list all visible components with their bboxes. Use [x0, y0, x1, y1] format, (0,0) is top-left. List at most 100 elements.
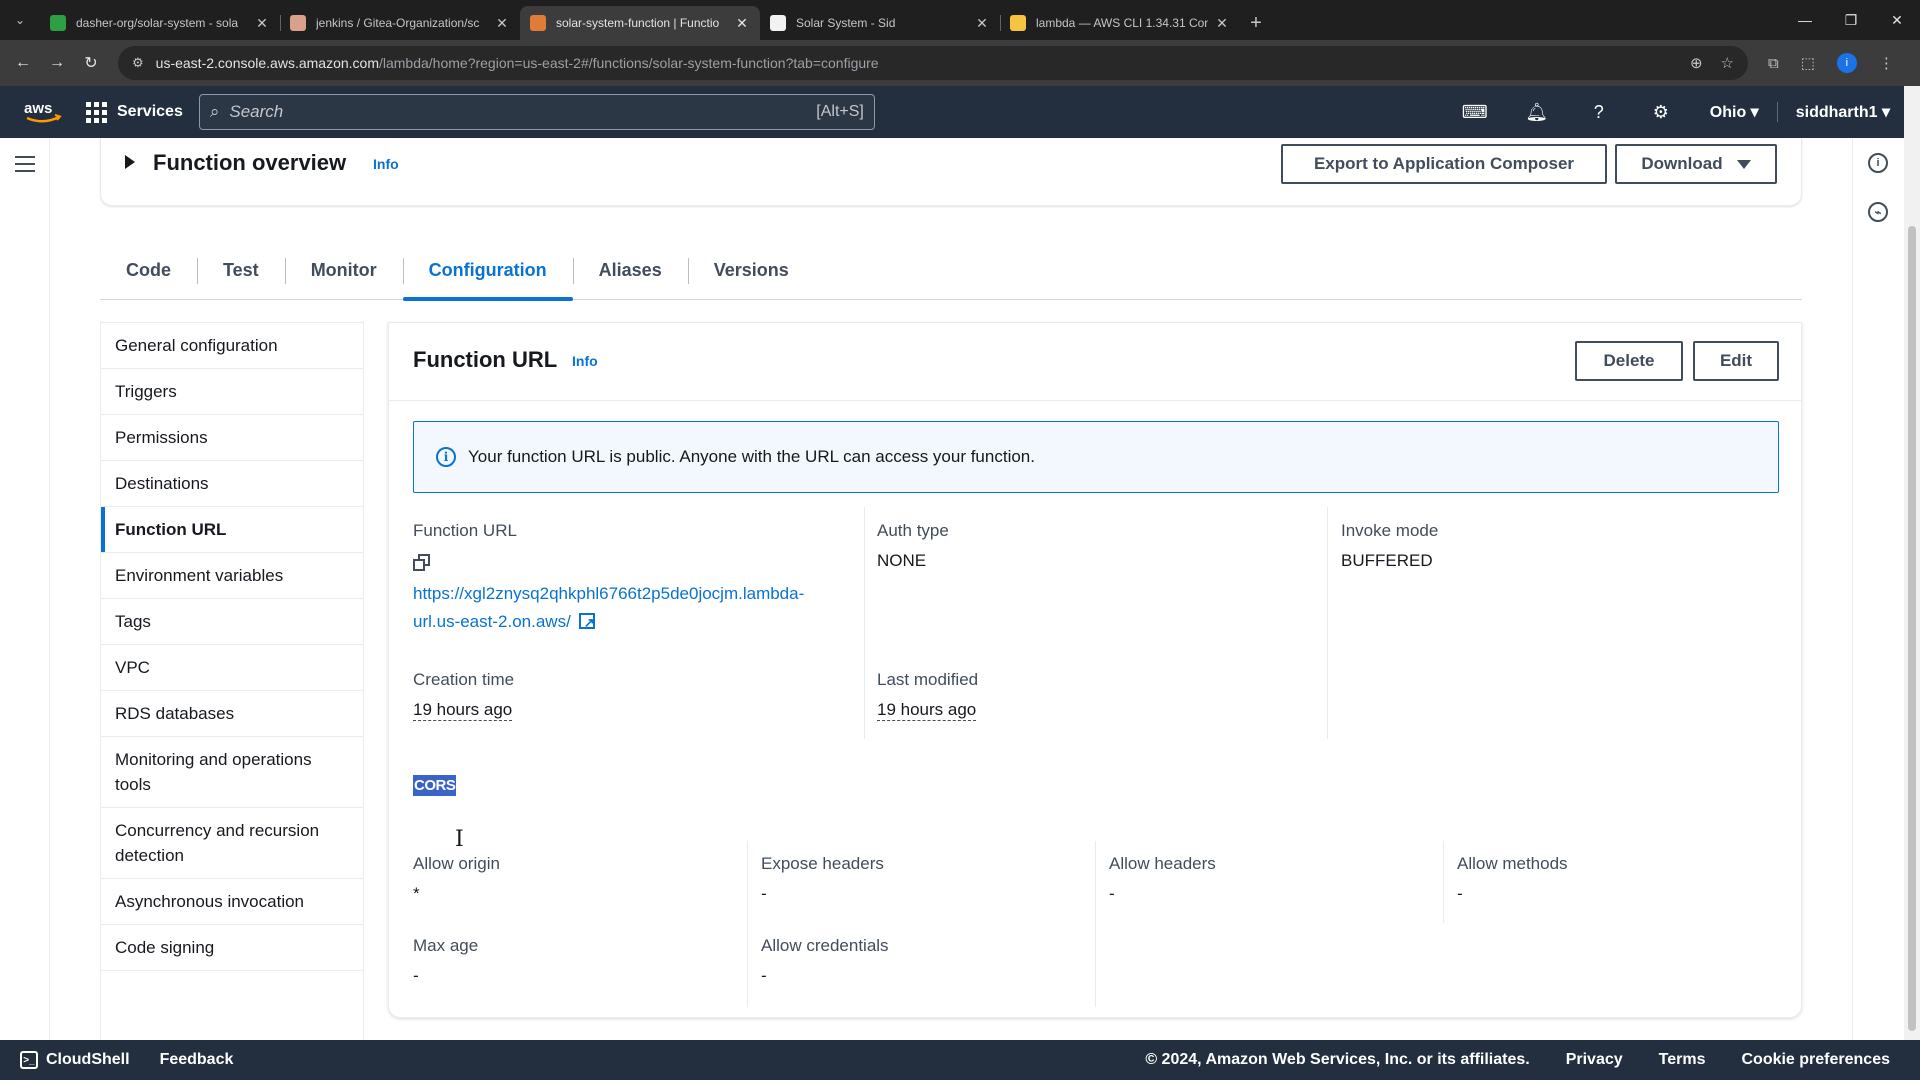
region-label: Ohio	[1709, 104, 1747, 121]
last-modified-value[interactable]: 19 hours ago	[877, 700, 977, 721]
function-url-link[interactable]: https://xgl2znysq2qhkphl6766t2p5de0jocjm…	[413, 580, 843, 637]
last-modified-label: Last modified	[877, 670, 979, 689]
close-icon[interactable]: ✕	[734, 15, 750, 32]
sidenav-item-rds[interactable]: RDS databases	[101, 691, 363, 737]
browser-tab[interactable]: Solar System - Sid ✕	[760, 6, 1000, 40]
info-panel-icon[interactable]: i	[1868, 153, 1888, 173]
close-window-icon[interactable]: ✕	[1874, 12, 1920, 29]
allow-headers-field: Allow headers -	[1109, 853, 1216, 905]
copy-icon[interactable]	[413, 554, 431, 572]
sidenav-item-code-signing[interactable]: Code signing	[101, 925, 363, 971]
function-url-text: https://xgl2znysq2qhkphl6766t2p5de0jocjm…	[413, 584, 805, 631]
browser-tabstrip: ⌄ dasher-org/solar-system - sola ✕ jenki…	[0, 0, 1920, 40]
invoke-mode-value: BUFFERED	[1341, 551, 1433, 570]
sidenav-item-permissions[interactable]: Permissions	[101, 415, 363, 461]
tab-search-icon[interactable]: ⌄	[0, 0, 40, 40]
sidenav-item-async[interactable]: Asynchronous invocation	[101, 879, 363, 925]
overview-info-link[interactable]: Info	[373, 156, 399, 172]
forward-icon[interactable]: →	[42, 48, 72, 78]
external-link-icon	[578, 609, 595, 637]
close-icon[interactable]: ✕	[1214, 15, 1230, 32]
search-input[interactable]: ⌕ Search [Alt+S]	[198, 94, 875, 130]
window-controls: — ❐ ✕	[1782, 0, 1920, 40]
help-icon[interactable]: ?	[1568, 102, 1630, 123]
address-bar[interactable]: ⚙ us-east-2.console.aws.amazon.com /lamb…	[118, 46, 1748, 80]
privacy-link[interactable]: Privacy	[1566, 1051, 1623, 1069]
region-selector[interactable]: Ohio ▾	[1692, 102, 1777, 122]
browser-tab[interactable]: jenkins / Gitea-Organization/sc ✕	[280, 6, 520, 40]
settings-gear-icon[interactable]: ⚙	[1630, 102, 1692, 123]
tab-code[interactable]: Code	[100, 240, 197, 300]
close-icon[interactable]: ✕	[254, 15, 270, 32]
invoke-mode-field: Invoke mode BUFFERED	[1341, 520, 1438, 572]
reload-icon[interactable]: ↻	[76, 48, 106, 78]
tab-monitor[interactable]: Monitor	[284, 240, 403, 300]
tab-favicon-icon	[530, 15, 546, 31]
sidenav-item-tags[interactable]: Tags	[101, 599, 363, 645]
sidenav-item-concurrency[interactable]: Concurrency and recursion detection	[101, 808, 363, 879]
tab-versions[interactable]: Versions	[687, 240, 815, 300]
panel-info-link[interactable]: Info	[572, 353, 598, 369]
hamburger-menu-icon[interactable]	[15, 156, 35, 177]
sidenav-item-monitoring-tools[interactable]: Monitoring and operations tools	[101, 737, 363, 808]
sidenav-item-function-url[interactable]: Function URL	[101, 507, 363, 553]
terms-link[interactable]: Terms	[1659, 1051, 1706, 1069]
profile-avatar[interactable]: i	[1836, 53, 1857, 73]
browser-tab[interactable]: dasher-org/solar-system - sola ✕	[40, 6, 280, 40]
allow-headers-label: Allow headers	[1109, 854, 1216, 873]
edit-button[interactable]: Edit	[1693, 341, 1779, 381]
page-scrollbar[interactable]	[1904, 86, 1920, 1040]
download-button[interactable]: Download	[1615, 144, 1777, 184]
browser-toolbar: ← → ↻ ⚙ us-east-2.console.aws.amazon.com…	[0, 40, 1920, 86]
account-menu[interactable]: siddharth1 ▾	[1778, 102, 1920, 122]
expand-caret-icon[interactable]	[125, 155, 135, 169]
browser-tab-active[interactable]: solar-system-function | Functio ✕	[520, 6, 760, 40]
tab-aliases[interactable]: Aliases	[572, 240, 688, 300]
cloudshell-button[interactable]: >_ CloudShell	[20, 1051, 130, 1069]
scrollbar-thumb[interactable]	[1908, 226, 1916, 1031]
delete-button[interactable]: Delete	[1575, 341, 1683, 381]
column-divider	[1327, 507, 1328, 739]
extension-icon[interactable]: ⧉	[1768, 55, 1779, 72]
tab-favicon-icon	[770, 15, 786, 31]
allow-credentials-label: Allow credentials	[761, 936, 889, 955]
right-rail: i ⌁	[1852, 138, 1902, 1040]
column-divider	[747, 841, 748, 1007]
restore-icon[interactable]: ❐	[1828, 12, 1874, 29]
cookie-preferences-link[interactable]: Cookie preferences	[1741, 1051, 1890, 1069]
sidenav-item-vpc[interactable]: VPC	[101, 645, 363, 691]
new-tab-icon[interactable]: +	[1240, 6, 1272, 40]
zoom-icon[interactable]: ⊕	[1690, 54, 1703, 72]
alert-text: Your function URL is public. Anyone with…	[468, 447, 1035, 466]
services-menu[interactable]: Services	[86, 101, 183, 123]
bookmark-star-icon[interactable]: ☆	[1721, 54, 1734, 72]
aws-logo[interactable]: aws	[0, 99, 86, 125]
tab-configuration[interactable]: Configuration	[402, 240, 573, 301]
sidenav-item-general[interactable]: General configuration	[101, 323, 363, 369]
sidenav-item-env-vars[interactable]: Environment variables	[101, 553, 363, 599]
column-divider	[1443, 841, 1444, 923]
menu-kebab-icon[interactable]: ⋮	[1879, 54, 1894, 72]
minimize-icon[interactable]: —	[1782, 12, 1828, 28]
cloudshell-icon[interactable]: ⌨	[1444, 102, 1506, 123]
export-composer-button[interactable]: Export to Application Composer	[1281, 144, 1607, 184]
close-icon[interactable]: ✕	[494, 15, 510, 32]
tab-test[interactable]: Test	[197, 240, 285, 300]
svg-text:aws: aws	[24, 100, 52, 117]
feedback-link[interactable]: Feedback	[160, 1051, 234, 1069]
creation-time-value[interactable]: 19 hours ago	[413, 700, 513, 721]
panel-title: Function URL	[413, 347, 558, 372]
sidenav-item-destinations[interactable]: Destinations	[101, 461, 363, 507]
notifications-bell-icon[interactable]: 🔔︎	[1506, 102, 1568, 123]
sidenav-item-triggers[interactable]: Triggers	[101, 369, 363, 415]
browser-tab[interactable]: lambda — AWS CLI 1.34.31 Con ✕	[1000, 6, 1240, 40]
close-icon[interactable]: ✕	[974, 15, 990, 32]
site-info-icon[interactable]: ⚙	[132, 55, 144, 71]
help-panel-icon[interactable]: ⌁	[1868, 202, 1888, 222]
tab-favicon-icon	[1010, 15, 1026, 31]
back-icon[interactable]: ←	[8, 48, 38, 78]
tab-title: jenkins / Gitea-Organization/sc	[316, 16, 480, 30]
invoke-mode-label: Invoke mode	[1341, 521, 1439, 540]
extensions-puzzle-icon[interactable]: ⬚	[1801, 54, 1815, 72]
function-overview-title[interactable]: Function overview	[153, 150, 346, 176]
